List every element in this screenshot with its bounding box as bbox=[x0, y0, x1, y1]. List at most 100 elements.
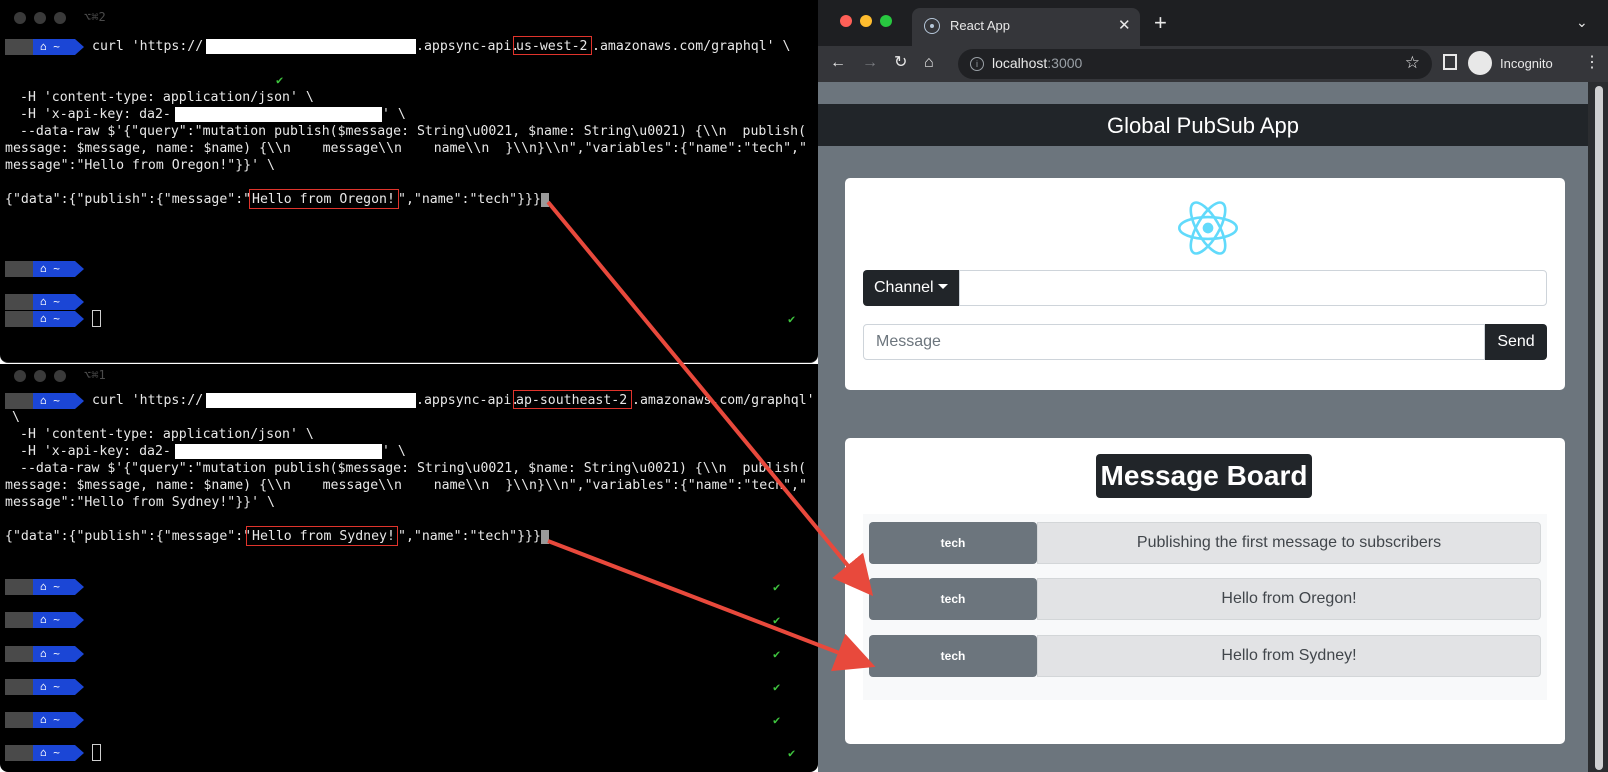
app-brand-title[interactable]: Global PubSub App bbox=[818, 113, 1588, 139]
region-highlight-box bbox=[513, 390, 632, 409]
terminal-tab-title: ⌥⌘1 bbox=[84, 368, 106, 382]
check-icon: ✔ bbox=[788, 746, 796, 760]
curl-host-mid: .appsync-api. bbox=[416, 39, 520, 54]
message-text: Hello from Oregon! bbox=[1037, 578, 1541, 620]
home-icon: ⌂ ~ bbox=[33, 745, 75, 761]
apple-icon bbox=[5, 393, 33, 409]
home-icon: ⌂ ~ bbox=[33, 646, 75, 662]
text-cursor bbox=[541, 193, 549, 207]
browser-tab[interactable]: React App ✕ bbox=[912, 8, 1140, 46]
header-api-key: -H 'x-api-key: da2- bbox=[20, 444, 171, 459]
back-icon[interactable]: ← bbox=[830, 53, 846, 73]
terminal-titlebar: ⌥⌘1 bbox=[0, 364, 818, 390]
redacted-api-id bbox=[206, 39, 416, 54]
home-button-icon[interactable]: ⌂ bbox=[924, 53, 934, 73]
curl-command-line: curl 'https:// bbox=[92, 39, 204, 54]
channel-input[interactable] bbox=[959, 270, 1547, 306]
home-icon: ⌂ ~ bbox=[33, 261, 75, 277]
check-icon: ✔ bbox=[773, 580, 781, 594]
check-icon: ✔ bbox=[773, 680, 781, 694]
page-scrollbar[interactable] bbox=[1590, 82, 1608, 772]
minimize-window-icon[interactable] bbox=[860, 15, 872, 27]
redacted-api-key bbox=[175, 107, 382, 122]
close-tab-icon[interactable]: ✕ bbox=[1118, 16, 1131, 34]
send-button[interactable]: Send bbox=[1485, 324, 1547, 360]
maximize-window-icon[interactable] bbox=[880, 15, 892, 27]
header-api-key: -H 'x-api-key: da2- bbox=[20, 107, 171, 122]
apple-icon bbox=[5, 39, 33, 55]
side-panel-icon[interactable] bbox=[1443, 54, 1457, 70]
shell-prompt: ⌂ ~ bbox=[5, 311, 85, 327]
home-icon: ⌂ ~ bbox=[33, 294, 75, 310]
shell-prompt: ⌂ ~ bbox=[5, 745, 85, 761]
response-suffix: ","name":"tech"}}} bbox=[398, 192, 541, 207]
react-logo-icon bbox=[1178, 201, 1238, 255]
check-icon: ✔ bbox=[773, 613, 781, 627]
close-window-icon[interactable] bbox=[840, 15, 852, 27]
response-suffix: ","name":"tech"}}} bbox=[398, 529, 541, 544]
terminal-window-top[interactable]: ⌥⌘2 ⌂ ~ curl 'https:// .appsync-api. us-… bbox=[0, 0, 818, 363]
shell-prompt: ⌂ ~ bbox=[5, 261, 85, 277]
header-api-key-end: ' \ bbox=[382, 444, 406, 459]
message-highlight-box bbox=[249, 189, 399, 209]
menu-icon[interactable]: ⋮ bbox=[1584, 53, 1600, 73]
browser-tab-bar: React App ✕ + ⌄ bbox=[818, 0, 1608, 46]
curl-command-line: curl 'https:// bbox=[92, 393, 204, 408]
shell-prompt: ⌂ ~ bbox=[5, 612, 85, 628]
check-icon: ✔ bbox=[773, 647, 781, 661]
header-content-type: -H 'content-type: application/json' \ bbox=[20, 90, 314, 105]
shell-prompt: ⌂ ~ bbox=[5, 393, 85, 409]
text-cursor bbox=[541, 530, 549, 544]
forward-icon[interactable]: → bbox=[862, 53, 878, 73]
home-icon: ⌂ ~ bbox=[33, 612, 75, 628]
apple-icon bbox=[5, 311, 33, 327]
terminal-cursor[interactable] bbox=[92, 744, 101, 761]
minimize-dot-icon[interactable] bbox=[34, 12, 46, 24]
channel-dropdown-button[interactable]: Channel bbox=[863, 270, 959, 306]
response-prefix: {"data":{"publish":{"message":" bbox=[5, 529, 252, 544]
react-favicon-icon bbox=[924, 18, 940, 34]
incognito-icon[interactable] bbox=[1468, 51, 1492, 75]
address-bar[interactable]: i localhost:3000 ☆ bbox=[958, 49, 1432, 79]
apple-icon bbox=[5, 745, 33, 761]
close-dot-icon[interactable] bbox=[14, 12, 26, 24]
check-icon: ✔ bbox=[773, 713, 781, 727]
zoom-dot-icon[interactable] bbox=[54, 370, 66, 382]
url-text: localhost:3000 bbox=[992, 55, 1083, 71]
tab-search-icon[interactable]: ⌄ bbox=[1576, 14, 1588, 31]
shell-prompt: ⌂ ~ bbox=[5, 679, 85, 695]
reload-icon[interactable]: ↻ bbox=[894, 53, 907, 73]
home-icon: ⌂ ~ bbox=[33, 679, 75, 695]
site-info-icon[interactable]: i bbox=[970, 57, 984, 71]
message-text: Publishing the first message to subscrib… bbox=[1037, 522, 1541, 564]
new-tab-button[interactable]: + bbox=[1154, 10, 1167, 36]
redacted-api-key bbox=[175, 444, 382, 459]
data-raw-line: message: $message, name: $name) {\\n mes… bbox=[5, 141, 807, 156]
message-input[interactable] bbox=[863, 324, 1485, 360]
apple-icon bbox=[5, 712, 33, 728]
data-raw-line: message":"Hello from Sydney!"}}' \ bbox=[5, 495, 275, 510]
close-dot-icon[interactable] bbox=[14, 370, 26, 382]
home-icon: ⌂ ~ bbox=[33, 39, 75, 55]
data-raw-line: message":"Hello from Oregon!"}}' \ bbox=[5, 158, 275, 173]
scrollbar-thumb[interactable] bbox=[1595, 86, 1603, 770]
message-channel-tag: tech bbox=[869, 635, 1037, 677]
terminal-cursor[interactable] bbox=[92, 310, 101, 327]
apple-icon bbox=[5, 579, 33, 595]
terminal-tab-title: ⌥⌘2 bbox=[84, 10, 106, 24]
line-continuation: \ bbox=[12, 410, 20, 425]
message-channel-tag: tech bbox=[869, 522, 1037, 564]
app-navbar: Global PubSub App bbox=[818, 104, 1588, 146]
bookmark-star-icon[interactable]: ☆ bbox=[1405, 53, 1420, 73]
zoom-dot-icon[interactable] bbox=[54, 12, 66, 24]
browser-window: React App ✕ + ⌄ ← → ↻ ⌂ i localhost:3000… bbox=[818, 0, 1608, 772]
terminal-window-bottom[interactable]: ⌥⌘1 ⌂ ~ curl 'https:// .appsync-api. ap-… bbox=[0, 364, 818, 772]
terminal-titlebar: ⌥⌘2 bbox=[0, 0, 818, 26]
incognito-label: Incognito bbox=[1500, 56, 1553, 71]
page-viewport: Global PubSub App Channel Send Message B… bbox=[818, 82, 1588, 772]
caret-down-icon bbox=[937, 284, 948, 289]
minimize-dot-icon[interactable] bbox=[34, 370, 46, 382]
publish-card: Channel Send bbox=[845, 178, 1565, 390]
apple-icon bbox=[5, 646, 33, 662]
curl-host-end: .amazonaws.com/graphql' bbox=[632, 393, 815, 408]
